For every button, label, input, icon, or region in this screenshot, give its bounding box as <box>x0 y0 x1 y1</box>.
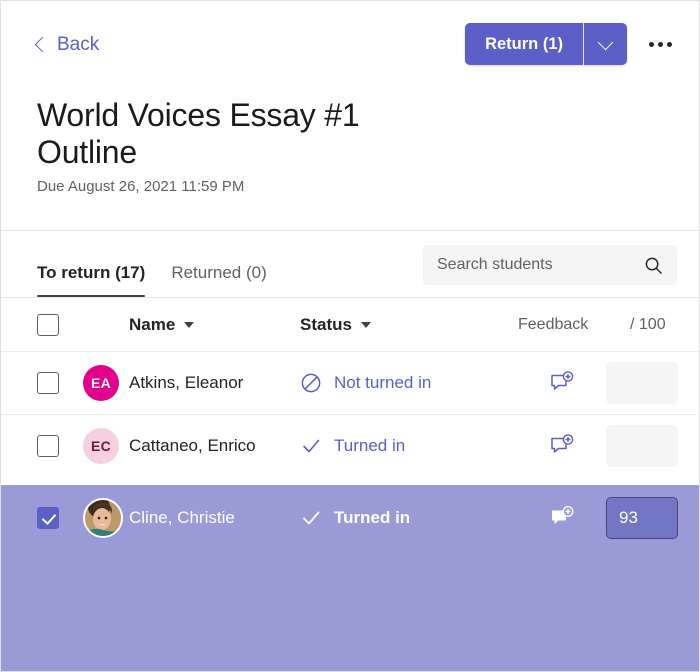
table-row[interactable]: Cline, Christie Turned in <box>1 485 699 549</box>
status-column-label: Status <box>300 314 352 334</box>
student-name: Atkins, Eleanor <box>129 373 244 393</box>
feedback-cell[interactable] <box>518 371 606 395</box>
row-checkbox[interactable] <box>37 506 59 529</box>
avatar-cell: EC <box>83 428 129 465</box>
avatar: EC <box>83 428 119 465</box>
row-select-cell <box>37 435 83 458</box>
row-checkbox[interactable] <box>37 435 59 458</box>
feedback-column-label: Feedback <box>518 315 589 333</box>
add-feedback-icon <box>551 371 574 390</box>
not-turned-in-icon <box>301 373 321 393</box>
feedback-column-header: Feedback <box>518 316 630 334</box>
table-header-row: Name Status Feedback / 100 <box>1 297 699 351</box>
tab-bar: To return (17) Returned (0) <box>1 231 699 298</box>
feedback-cell[interactable] <box>518 505 606 530</box>
assignment-header: World Voices Essay #1 Outline Due August… <box>1 89 699 195</box>
grade-input[interactable] <box>606 362 678 405</box>
grade-cell[interactable] <box>606 362 699 405</box>
student-name-cell: Atkins, Eleanor <box>129 373 300 393</box>
caret-down-icon <box>360 321 371 328</box>
return-split-button: Return (1) <box>465 23 627 65</box>
status-column-header[interactable]: Status <box>300 315 518 335</box>
back-button-label: Back <box>57 34 100 55</box>
status-label: Not turned in <box>334 373 432 393</box>
points-column-header: / 100 <box>630 316 699 334</box>
tab-list: To return (17) Returned (0) <box>37 231 267 298</box>
grade-cell[interactable] <box>606 425 699 468</box>
avatar: EA <box>83 365 119 402</box>
toolbar-actions: Return (1) <box>465 23 677 65</box>
page-title: World Voices Essay #1 Outline <box>37 97 360 171</box>
points-column-label: / 100 <box>630 315 666 333</box>
avatar-cell: EA <box>83 365 129 402</box>
feedback-cell[interactable] <box>518 434 606 458</box>
grade-input[interactable] <box>606 425 678 468</box>
avatar-photo <box>85 499 121 536</box>
grading-screen: Back Return (1) World Voices Essay #1 Ou… <box>0 0 700 672</box>
avatar-cell <box>83 497 129 538</box>
search-input[interactable] <box>437 256 644 275</box>
more-horizontal-icon <box>666 41 672 47</box>
search-students-box[interactable] <box>423 245 677 286</box>
name-column-label: Name <box>129 314 176 334</box>
more-options-button[interactable] <box>643 27 677 61</box>
select-all-checkbox[interactable] <box>37 313 59 336</box>
status-label: Turned in <box>334 436 406 456</box>
select-all-cell <box>37 313 83 336</box>
checkmark-icon <box>303 439 320 453</box>
selected-row-region: Cline, Christie Turned in <box>1 485 699 671</box>
back-button[interactable]: Back <box>34 34 100 56</box>
row-checkbox[interactable] <box>37 372 59 395</box>
tab-returned[interactable]: Returned (0) <box>171 239 266 297</box>
grade-input[interactable] <box>606 496 678 539</box>
grade-cell[interactable] <box>606 496 699 539</box>
return-button[interactable]: Return (1) <box>465 23 583 65</box>
status-cell: Turned in <box>300 507 518 529</box>
feedback-filled-icon <box>552 505 574 524</box>
student-name-cell: Cline, Christie <box>129 508 300 528</box>
tab-to-return[interactable]: To return (17) <box>37 239 146 298</box>
table-row[interactable]: EA Atkins, Eleanor Not turned in <box>1 351 699 414</box>
checkmark-icon <box>303 511 320 524</box>
students-table: Name Status Feedback / 100 EA Atkins, El… <box>1 297 699 477</box>
add-feedback-icon <box>551 434 574 453</box>
due-date: Due August 26, 2021 11:59 PM <box>37 178 245 196</box>
chevron-left-icon <box>34 36 51 53</box>
name-column-header[interactable]: Name <box>129 315 300 335</box>
caret-down-icon <box>184 321 195 328</box>
row-select-cell <box>37 506 83 529</box>
row-select-cell <box>37 372 83 395</box>
avatar <box>83 497 123 538</box>
student-name: Cline, Christie <box>129 507 235 527</box>
status-cell: Not turned in <box>300 372 518 394</box>
status-label: Turned in <box>334 507 411 527</box>
top-toolbar: Back Return (1) <box>1 1 699 89</box>
more-horizontal-icon <box>648 41 654 47</box>
chevron-down-icon <box>597 34 614 50</box>
return-button-divider <box>583 23 584 65</box>
table-row[interactable]: EC Cattaneo, Enrico Turned in <box>1 414 699 477</box>
more-horizontal-icon <box>657 41 663 47</box>
return-dropdown-button[interactable] <box>584 23 627 65</box>
status-cell: Turned in <box>300 435 518 457</box>
search-icon <box>645 257 662 274</box>
student-name: Cattaneo, Enrico <box>129 436 256 456</box>
student-name-cell: Cattaneo, Enrico <box>129 436 300 456</box>
